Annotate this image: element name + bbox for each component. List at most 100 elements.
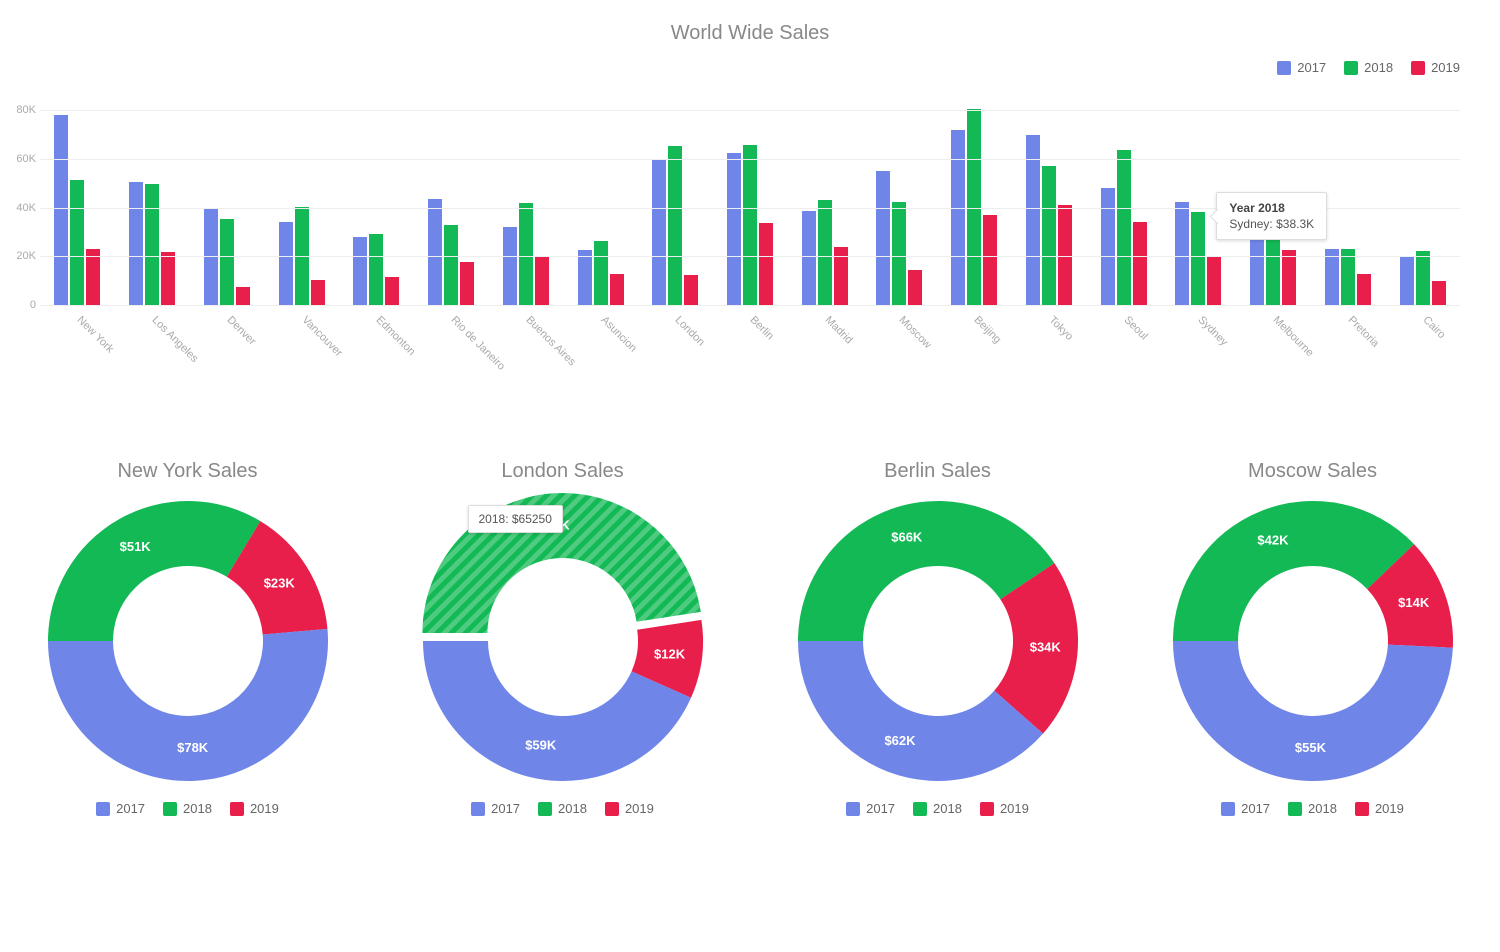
y-tick: 0	[8, 299, 36, 311]
bar-2017[interactable]	[54, 115, 68, 306]
donut-tooltip: 2018: $65250	[468, 505, 563, 533]
bar-2019[interactable]	[86, 249, 100, 305]
bar-2019[interactable]	[1207, 257, 1221, 305]
x-tick: Los Angeles	[150, 314, 201, 365]
x-tick: New York	[75, 314, 116, 355]
slice-label: $42K	[1257, 533, 1289, 548]
slice-label: $12K	[654, 647, 686, 662]
x-tick: Vancouver	[299, 314, 344, 359]
legend-item-2018[interactable]: 2018	[538, 801, 587, 816]
slice-label: $78K	[177, 740, 209, 755]
bar-2019[interactable]	[908, 270, 922, 305]
bar-2018[interactable]	[220, 219, 234, 305]
legend-item-2018[interactable]: 2018	[1344, 60, 1393, 75]
x-tick: Rio de Janeiro	[449, 314, 508, 373]
bar-2018[interactable]	[369, 234, 383, 305]
bar-2017[interactable]	[951, 130, 965, 305]
legend-item-2019[interactable]: 2019	[1355, 801, 1404, 816]
bar-2019[interactable]	[311, 280, 325, 305]
donut-slice-2018[interactable]	[1173, 501, 1414, 641]
bar-2019[interactable]	[535, 256, 549, 305]
slice-label: $55K	[1294, 740, 1326, 755]
bar-2019[interactable]	[983, 215, 997, 305]
donut-ny: New York Sales$51K$23K$78K201720182019	[20, 460, 356, 816]
x-tick: Asuncion	[598, 314, 638, 354]
bar-2019[interactable]	[684, 275, 698, 305]
legend-item-2018[interactable]: 2018	[163, 801, 212, 816]
x-tick: Berlin	[748, 314, 776, 342]
donut-legend: 2017 2018 2019	[1145, 801, 1481, 816]
bar-2017[interactable]	[1026, 135, 1040, 305]
slice-label: $23K	[263, 576, 295, 591]
donut-slice-2017[interactable]	[48, 629, 328, 781]
legend-item-2018[interactable]: 2018	[913, 801, 962, 816]
x-tick: Tokyo	[1046, 314, 1075, 343]
legend-item-2017[interactable]: 2017	[1221, 801, 1270, 816]
bar-2019[interactable]	[1357, 274, 1371, 305]
bar-2018[interactable]	[1042, 166, 1056, 305]
bar-2017[interactable]	[1400, 256, 1414, 305]
legend-item-2018[interactable]: 2018	[1288, 801, 1337, 816]
bar-2019[interactable]	[610, 274, 624, 305]
bar-2019[interactable]	[161, 252, 175, 305]
bar-2018[interactable]	[1117, 150, 1131, 305]
bar-2017[interactable]	[1101, 188, 1115, 305]
donut-legend: 2017 2018 2019	[395, 801, 731, 816]
y-tick: 60K	[8, 153, 36, 165]
bar-2017[interactable]	[876, 171, 890, 305]
donut-title: London Sales	[395, 460, 731, 483]
bar-2019[interactable]	[1282, 250, 1296, 305]
bar-2017[interactable]	[279, 222, 293, 305]
legend-item-2017[interactable]: 2017	[1277, 60, 1326, 75]
bar-2017[interactable]	[652, 160, 666, 305]
bar-2017[interactable]	[428, 199, 442, 305]
bar-2019[interactable]	[385, 277, 399, 305]
donut-title: Berlin Sales	[770, 460, 1106, 483]
bar-2018[interactable]	[1416, 251, 1430, 305]
bar-2017[interactable]	[129, 182, 143, 305]
bar-2019[interactable]	[1133, 222, 1147, 305]
bar-2017[interactable]	[578, 250, 592, 305]
slice-label: $66K	[891, 530, 923, 545]
slice-label: $14K	[1398, 595, 1430, 610]
legend-item-2017[interactable]: 2017	[96, 801, 145, 816]
bar-2019[interactable]	[236, 287, 250, 305]
legend-item-2017[interactable]: 2017	[471, 801, 520, 816]
slice-label: $51K	[119, 539, 151, 554]
bar-2018[interactable]	[519, 203, 533, 305]
slice-label: $59K	[525, 738, 557, 753]
bar-2017[interactable]	[727, 153, 741, 305]
bar-2019[interactable]	[460, 262, 474, 305]
bar-2018[interactable]	[594, 241, 608, 305]
legend-item-2019[interactable]: 2019	[605, 801, 654, 816]
donut-slice-2017[interactable]	[798, 641, 1043, 781]
x-tick: Cairo	[1420, 314, 1447, 341]
donut-slice-2017[interactable]	[1173, 641, 1453, 781]
legend-item-2019[interactable]: 2019	[980, 801, 1029, 816]
bar-2018[interactable]	[743, 145, 757, 305]
y-tick: 40K	[8, 202, 36, 214]
legend-item-2017[interactable]: 2017	[846, 801, 895, 816]
legend-item-2019[interactable]: 2019	[1411, 60, 1460, 75]
bar-2018[interactable]	[668, 146, 682, 305]
bar-2018[interactable]	[145, 184, 159, 305]
bar-2018[interactable]	[444, 225, 458, 305]
bar-2018[interactable]	[818, 200, 832, 305]
bar-2017[interactable]	[1175, 202, 1189, 305]
donut-legend: 2017 2018 2019	[20, 801, 356, 816]
donut-slice-2018[interactable]	[48, 501, 260, 641]
x-tick: Melbourne	[1271, 314, 1316, 359]
bar-2019[interactable]	[1432, 281, 1446, 305]
bar-2017[interactable]	[802, 211, 816, 305]
bar-2019[interactable]	[1058, 205, 1072, 305]
bar-2019[interactable]	[759, 223, 773, 305]
x-tick: Seoul	[1121, 314, 1149, 342]
x-tick: Pretoria	[1345, 314, 1381, 350]
bar-2018[interactable]	[892, 202, 906, 305]
bar-2017[interactable]	[353, 237, 367, 305]
bar-2018[interactable]	[70, 180, 84, 305]
bar-2018[interactable]	[1191, 212, 1205, 305]
bar-2017[interactable]	[1325, 249, 1339, 305]
legend-item-2019[interactable]: 2019	[230, 801, 279, 816]
bar-2017[interactable]	[503, 227, 517, 305]
